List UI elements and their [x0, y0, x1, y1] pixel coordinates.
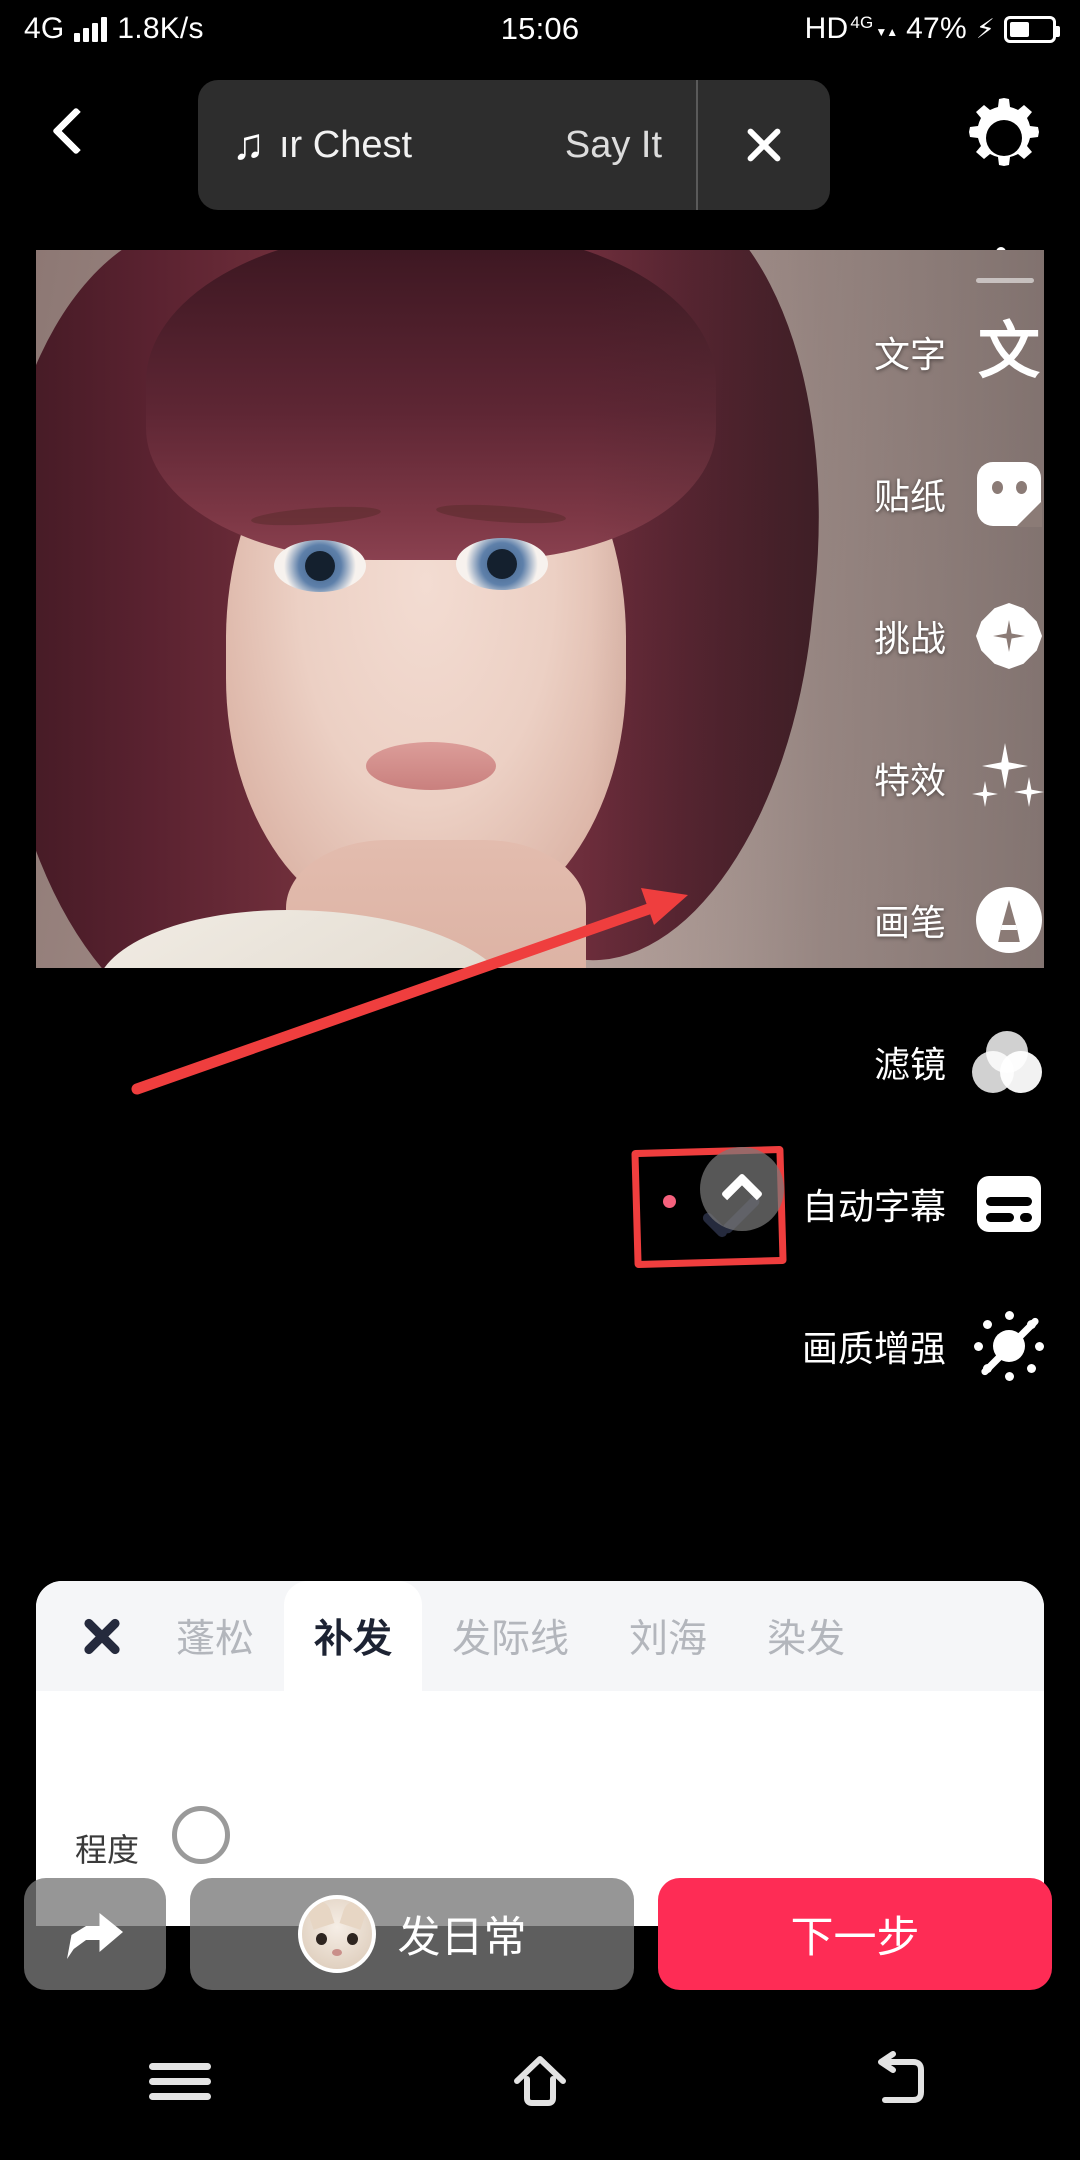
tool-item-text[interactable]: 文字 文: [750, 300, 1080, 404]
tool-label: 滤镜: [873, 1044, 946, 1085]
battery-percent-label: 47%: [906, 12, 967, 45]
sheet-tab-bar: 蓬松 补发 发际线 刘海 染发: [36, 1581, 1044, 1691]
tab-fajixian[interactable]: 发际线: [422, 1581, 599, 1691]
tool-label: 画质增强: [801, 1328, 946, 1369]
tool-label: 特效: [873, 760, 946, 801]
status-right: HD 4G ▼▲ 47% ⚡: [804, 12, 1060, 46]
music-track-pill[interactable]: ♫ ır Chest Say It: [198, 80, 696, 210]
share-arrow-icon: [67, 1909, 123, 1959]
music-note-icon: ♫: [232, 120, 265, 169]
hd-label: HD: [804, 12, 849, 45]
back-button[interactable]: [36, 86, 116, 176]
close-icon: [742, 123, 786, 167]
tab-pengsong[interactable]: 蓬松: [146, 1581, 284, 1691]
degree-slider-knob[interactable]: [172, 1806, 230, 1864]
tool-item-filter[interactable]: 滤镜: [750, 1010, 1080, 1114]
tab-bufa[interactable]: 补发: [284, 1581, 423, 1691]
nav-menu-button[interactable]: [120, 2031, 240, 2131]
text-icon: 文: [977, 317, 1040, 386]
signal-strength-icon: [74, 16, 108, 42]
chevron-left-icon: [51, 106, 101, 156]
challenge-icon: [972, 599, 1046, 673]
sticker-icon: [972, 457, 1046, 531]
nav-home-button[interactable]: [480, 2031, 600, 2131]
hd-network-sup: 4G: [850, 13, 874, 32]
next-step-button[interactable]: 下一步: [658, 1878, 1052, 1990]
editor-top-bar: ♫ ır Chest Say It: [0, 58, 1080, 305]
network-speed-label: 1.8K/s: [117, 12, 204, 45]
tool-item-quality-enhance[interactable]: 画质增强: [750, 1294, 1080, 1398]
chevron-up-icon: [720, 1172, 764, 1216]
status-badge: [663, 1195, 676, 1208]
music-close-button[interactable]: [696, 80, 830, 210]
home-icon: [514, 2056, 566, 2106]
settings-button[interactable]: [956, 90, 1052, 186]
menu-icon: [149, 2055, 211, 2108]
bottom-action-bar: 发日常 下一步: [0, 1866, 1080, 2002]
editor-tool-rail: 文字 文 贴纸 挑战 特效 画笔 滤镜 自动字幕 画质增强: [750, 300, 1080, 1436]
quality-enhance-off-icon: [972, 1309, 1046, 1383]
tool-item-auto-caption[interactable]: 自动字幕: [750, 1152, 1080, 1256]
charging-bolt-icon: ⚡: [975, 13, 995, 44]
status-left: 4G 1.8K/s: [24, 12, 204, 46]
tool-label: 画笔: [873, 902, 946, 943]
tool-label: 自动字幕: [801, 1186, 946, 1227]
sheet-close-button[interactable]: [58, 1581, 146, 1691]
tool-item-brush[interactable]: 画笔: [750, 868, 1080, 972]
post-daily-button[interactable]: 发日常: [190, 1878, 634, 1990]
cat-avatar-icon: [297, 1895, 376, 1973]
filter-circles-icon: [972, 1025, 1046, 1099]
share-button[interactable]: [24, 1878, 166, 1990]
battery-icon: [1004, 15, 1060, 43]
tab-label: 蓬松: [176, 1618, 255, 1661]
tool-label: 贴纸: [873, 476, 946, 517]
tool-label: 挑战: [873, 618, 946, 659]
data-arrows-icon: ▼▲: [875, 25, 898, 39]
tab-label: 染发: [767, 1618, 846, 1661]
tool-item-effects[interactable]: 特效: [750, 726, 1080, 830]
back-icon: [878, 2051, 924, 2103]
tab-liuhai[interactable]: 刘海: [599, 1581, 737, 1691]
gear-icon: [969, 98, 1039, 166]
tool-item-sticker[interactable]: 贴纸: [750, 442, 1080, 546]
app-screen: 4G 1.8K/s 15:06 HD 4G ▼▲ 47% ⚡ ♫ ır Ches…: [0, 0, 1080, 2160]
post-daily-label: 发日常: [397, 1914, 527, 1962]
tab-label: 补发: [314, 1618, 393, 1661]
android-navigation-bar: [0, 2002, 1080, 2160]
tab-ranfa[interactable]: 染发: [737, 1581, 875, 1691]
auto-caption-icon: [972, 1167, 1046, 1241]
tool-item-challenge[interactable]: 挑战: [750, 584, 1080, 688]
tab-label: 发际线: [452, 1618, 570, 1661]
music-subtitle-label: Say It: [564, 123, 662, 166]
effects-sparkle-icon: [972, 741, 1046, 815]
hd-voice-icon: HD 4G ▼▲: [804, 12, 899, 46]
network-type-label: 4G: [24, 12, 65, 45]
status-bar: 4G 1.8K/s 15:06 HD 4G ▼▲ 47% ⚡: [0, 0, 1080, 58]
next-step-label: 下一步: [790, 1914, 920, 1962]
panel-drag-handle[interactable]: [976, 278, 1034, 283]
nav-back-button[interactable]: [840, 2031, 960, 2131]
music-title-label: ır Chest: [279, 123, 413, 166]
brush-icon: [972, 883, 1046, 957]
tab-label: 刘海: [629, 1618, 708, 1661]
degree-slider-label: 程度: [75, 1832, 140, 1868]
tool-label: 文字: [873, 334, 946, 375]
collapse-panel-button[interactable]: [700, 1147, 784, 1231]
close-icon: [79, 1613, 125, 1659]
